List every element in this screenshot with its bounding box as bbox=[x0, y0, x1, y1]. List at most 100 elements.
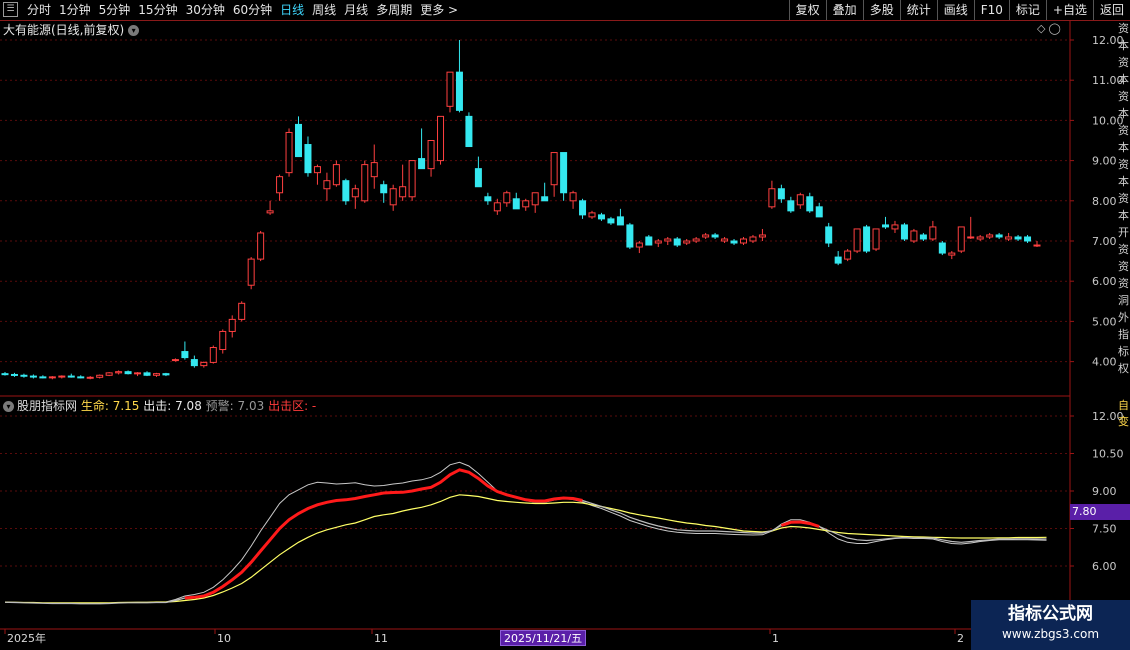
warn-value: 预警: 7.03 bbox=[205, 399, 265, 413]
period-tab-6[interactable]: 日线 bbox=[280, 1, 304, 19]
x-axis-label: 11 bbox=[374, 632, 388, 645]
right-menu: 复权 叠加 多股 统计 画线 F10 标记 +自选 返回 bbox=[788, 0, 1130, 20]
price-tick-label: 5.00 bbox=[1092, 315, 1117, 328]
menu-item-0[interactable]: 复权 bbox=[788, 0, 826, 20]
candle-body-up bbox=[976, 236, 984, 240]
period-tab-1[interactable]: 1分钟 bbox=[59, 1, 91, 19]
menu-item-8[interactable]: 返回 bbox=[1092, 0, 1130, 20]
candle-body-up bbox=[171, 359, 179, 362]
chart-area[interactable]: 12.0011.0010.009.008.007.006.005.004.001… bbox=[0, 20, 1130, 650]
candle-body-down bbox=[834, 256, 842, 264]
menu-item-2[interactable]: 多股 bbox=[862, 0, 900, 20]
candle-body-up bbox=[550, 152, 558, 186]
candle-body-down bbox=[10, 373, 18, 376]
candle-body-up bbox=[105, 372, 113, 376]
candle-body-up bbox=[635, 242, 643, 248]
candle-body-up bbox=[872, 228, 880, 250]
candle-body-down bbox=[380, 184, 388, 194]
candle-body-up bbox=[247, 258, 255, 286]
candle-body-up bbox=[115, 371, 123, 374]
candle-body-down bbox=[541, 196, 549, 202]
candle-body-down bbox=[995, 234, 1003, 238]
period-tab-0[interactable]: 分时 bbox=[27, 1, 51, 19]
menu-item-4[interactable]: 画线 bbox=[936, 0, 974, 20]
candle-body-up bbox=[768, 188, 776, 208]
cursor-date-badge: 2025/11/21/五 bbox=[500, 630, 587, 646]
period-tab-10[interactable]: 更多 > bbox=[420, 1, 458, 19]
candle-body-up bbox=[58, 375, 66, 378]
period-tab-8[interactable]: 月线 bbox=[344, 1, 368, 19]
indicator-tick-label: 10.50 bbox=[1092, 448, 1124, 461]
watermark-url: www.zbgs3.com bbox=[1001, 627, 1100, 641]
menu-item-6[interactable]: 标记 bbox=[1008, 0, 1046, 20]
title-dropdown-icon[interactable]: ▾ bbox=[128, 25, 140, 36]
candle-body-up bbox=[408, 160, 416, 198]
candle-body-up bbox=[796, 194, 804, 206]
period-tab-9[interactable]: 多周期 bbox=[376, 1, 412, 19]
indicator-tick-label: 9.00 bbox=[1092, 485, 1117, 498]
period-tab-5[interactable]: 60分钟 bbox=[233, 1, 272, 19]
candle-body-up bbox=[313, 166, 321, 174]
right-side-info-lower: 自变 bbox=[1118, 399, 1129, 428]
candle-body-up bbox=[257, 232, 265, 260]
period-tab-3[interactable]: 15分钟 bbox=[138, 1, 177, 19]
indicator-dropdown-icon[interactable]: ▾ bbox=[3, 401, 14, 412]
candle-body-up bbox=[531, 192, 539, 206]
candle-body-up bbox=[503, 192, 511, 204]
candle-body-down bbox=[730, 240, 738, 244]
candle-body-down bbox=[626, 224, 634, 248]
menu-item-5[interactable]: F10 bbox=[973, 0, 1009, 20]
candle-body-down bbox=[806, 196, 814, 212]
indicator-tick-label: 7.50 bbox=[1092, 523, 1117, 536]
price-tick-label: 4.00 bbox=[1092, 356, 1117, 369]
candle-body-up bbox=[285, 131, 293, 174]
candle-body-down bbox=[579, 200, 587, 216]
candle-body-up bbox=[370, 162, 378, 178]
price-tick-label: 8.00 bbox=[1092, 195, 1117, 208]
candle-body-up bbox=[739, 238, 747, 244]
candle-body-down bbox=[190, 359, 198, 367]
x-axis-label: 10 bbox=[217, 632, 231, 645]
candle-body-down bbox=[1024, 236, 1032, 242]
candle-body-up bbox=[683, 240, 691, 244]
out-value: 出击: 7.08 bbox=[143, 399, 202, 413]
x-axis-label: 2025年 bbox=[7, 631, 46, 645]
candle-body-up bbox=[588, 212, 596, 218]
candle-body-up bbox=[664, 238, 672, 242]
right-side-info: 资本资本资本资本资本资本开资资资洞外指标权 bbox=[1118, 22, 1129, 375]
circle-icon[interactable]: ◯ bbox=[1048, 22, 1063, 35]
period-tabs: 分时 1分钟 5分钟 15分钟 30分钟 60分钟 日线 周线 月线 多周期 更多 > bbox=[27, 1, 466, 19]
candle-body-up bbox=[332, 164, 340, 186]
candle-body-down bbox=[616, 216, 624, 226]
candle-body-down bbox=[512, 198, 520, 210]
candle-body-up bbox=[569, 192, 577, 202]
period-tab-7[interactable]: 周线 bbox=[312, 1, 336, 19]
candle-body-up bbox=[437, 115, 445, 162]
watermark-title: 指标公式网 bbox=[1008, 604, 1093, 624]
menu-item-3[interactable]: 统计 bbox=[899, 0, 937, 20]
stock-title: 大有能源(日线,前复权) bbox=[3, 23, 125, 37]
strong-segment bbox=[184, 468, 583, 600]
x-axis-label: 2 bbox=[957, 632, 964, 645]
menu-item-7[interactable]: +自选 bbox=[1045, 0, 1093, 20]
period-tab-4[interactable]: 30分钟 bbox=[186, 1, 225, 19]
menu-item-1[interactable]: 叠加 bbox=[825, 0, 863, 20]
candle-body-up bbox=[493, 202, 501, 212]
candle-body-up bbox=[228, 318, 236, 332]
candle-body-up bbox=[152, 373, 160, 376]
candle-body-up bbox=[266, 210, 274, 214]
candle-body-up bbox=[351, 188, 359, 198]
diamond-icon[interactable]: ◇ bbox=[1037, 22, 1048, 35]
out-line bbox=[4, 469, 1047, 605]
candle-body-up bbox=[1033, 244, 1041, 247]
candle-body-down bbox=[607, 218, 615, 224]
indicator-name[interactable]: 股朋指标网 bbox=[17, 399, 77, 413]
x-axis-label: 1 bbox=[772, 632, 779, 645]
candle-body-down bbox=[29, 375, 37, 378]
period-tab-2[interactable]: 5分钟 bbox=[99, 1, 131, 19]
candle-body-up bbox=[702, 234, 710, 238]
candle-body-up bbox=[758, 234, 766, 238]
candle-body-up bbox=[929, 226, 937, 240]
candle-body-up bbox=[209, 347, 217, 363]
window-menu-icon[interactable]: ☰ bbox=[3, 2, 18, 17]
